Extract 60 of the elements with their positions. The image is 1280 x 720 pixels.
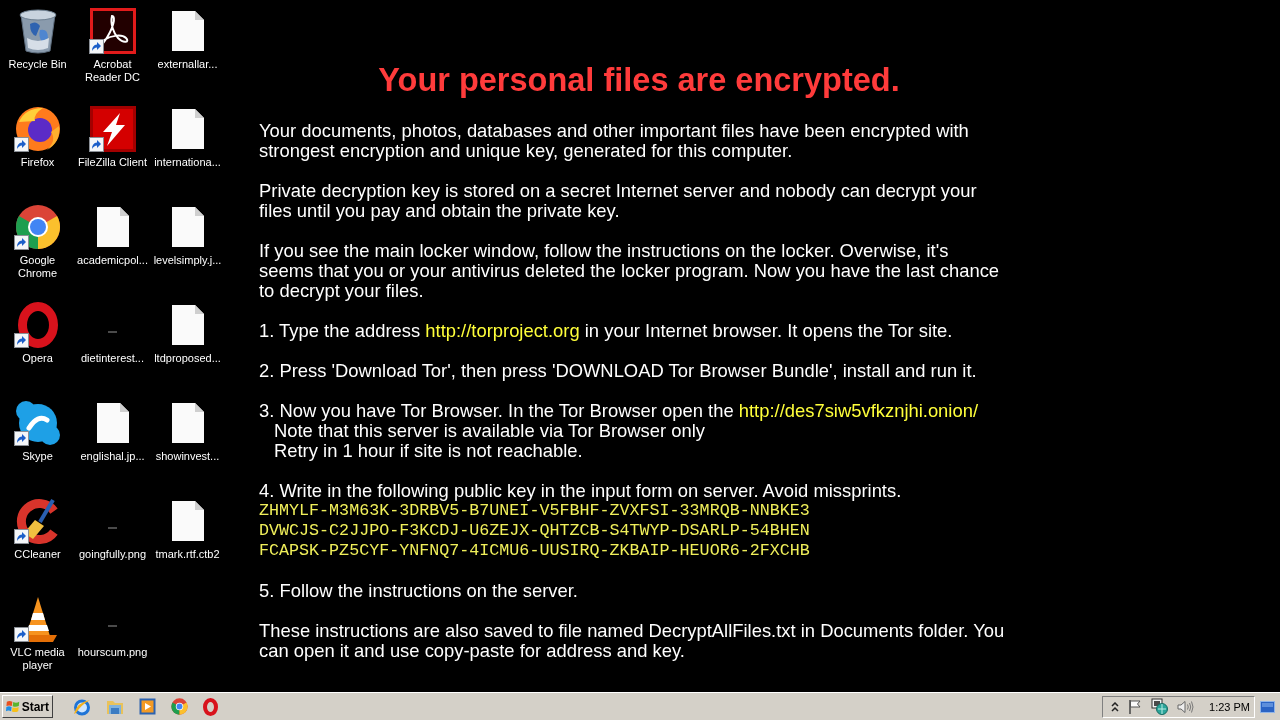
document-icon[interactable] <box>171 403 204 443</box>
swirl-tile-icon[interactable] <box>89 8 136 54</box>
folder-icon[interactable] <box>106 698 124 715</box>
icon-label[interactable]: Acrobat Reader DC <box>75 58 150 84</box>
document-icon[interactable] <box>96 403 129 443</box>
icon-label[interactable]: VLC media player <box>0 646 75 672</box>
message-paragraph: 3. Now you have Tor Browser. In the Tor Browser open the http://des7siw5vfkznjhi.onion/ <box>259 401 979 421</box>
icon-label[interactable]: levelsimply.j... <box>150 254 225 267</box>
message-paragraph: 2. Press 'Download Tor', then press 'DOWNLOAD Tor Browser Bundle', install and run it. <box>259 361 978 381</box>
url-link[interactable]: http://torproject.org <box>425 320 580 341</box>
document-icon[interactable] <box>171 207 204 247</box>
icon-label[interactable]: englishal.jp... <box>75 450 150 463</box>
warning-title: Your personal files are encrypted. <box>377 63 901 97</box>
document-icon[interactable] <box>171 109 204 149</box>
icon-label[interactable]: tmark.rtf.ctb2 <box>150 548 225 561</box>
clock-text[interactable]: 1:23 PM <box>1209 700 1250 713</box>
message-paragraph: 5. Follow the instructions on the server. <box>259 581 579 601</box>
show-desktop-icon[interactable] <box>1260 700 1275 713</box>
document-icon[interactable] <box>171 305 204 345</box>
icon-label[interactable]: academicpol... <box>75 254 150 267</box>
note-text: Retry in 1 hour if site is not reachable. <box>273 441 584 461</box>
public-key-line: ZHMYLF-M3M63K-3DRBV5-B7UNEI-V5FBHF-ZVXFSI-33MRQB-NNBKE3 <box>259 501 811 521</box>
start-logo-icon <box>6 699 20 714</box>
recycle-bin-icon[interactable] <box>17 8 58 54</box>
icon-label[interactable]: internationa... <box>150 156 225 169</box>
document-icon[interactable] <box>96 207 129 247</box>
icon-label[interactable]: externallar... <box>150 58 225 71</box>
icon-label[interactable]: showinvest... <box>150 450 225 463</box>
message-paragraph: Private decryption key is stored on a secret Internet server and nobody can decrypt your files until you pay and obtain the private key. <box>259 181 978 221</box>
message-paragraph: If you see the main locker window, follow the instructions on the locker. Overwise, it's seems that you or your antivirus deleted the locker program. Now you have the last chance to decrypt your files. <box>259 241 1001 301</box>
icon-label[interactable]: Firefox <box>0 156 75 169</box>
message-paragraph: 1. Type the address http://torproject.org in your Internet browser. It opens the Tor site. <box>259 321 954 341</box>
icon-label[interactable]: Skype <box>0 450 75 463</box>
ring-icon[interactable] <box>17 302 58 348</box>
play-icon[interactable] <box>139 698 156 715</box>
message-paragraph: Your documents, photos, databases and other important files have been encrypted with strongest encryption and unique key, generated for this computer. <box>259 121 970 161</box>
tricolor-circle-icon[interactable] <box>171 698 188 715</box>
document-icon[interactable] <box>171 501 204 541</box>
icon-label[interactable]: Google Chrome <box>0 254 75 280</box>
icon-label[interactable]: dietinterest... <box>75 352 150 365</box>
icon-label[interactable]: ltdproposed... <box>150 352 225 365</box>
message-paragraph: These instructions are also saved to file named DecryptAllFiles.txt in Documents folder. You can open it and use copy-paste for address and key. <box>259 621 1006 661</box>
flag-icon[interactable] <box>1128 699 1143 714</box>
chevron-up-icon[interactable] <box>1111 701 1120 712</box>
note-text: Note that this server is available via Tor Browser only <box>273 421 706 441</box>
start-button[interactable]: Start <box>2 695 53 718</box>
public-key-line: FCAPSK-PZ5CYF-YNFNQ7-4ICMU6-UUSIRQ-ZKBAIP-HEUOR6-2FXCHB <box>259 541 811 561</box>
icon-label[interactable]: CCleaner <box>0 548 75 561</box>
message-paragraph: 4. Write in the following public key in the input form on server. Avoid missprints. <box>259 481 903 501</box>
url-link[interactable]: http://des7siw5vfkznjhi.onion/ <box>738 400 978 421</box>
speaker-icon[interactable] <box>1177 699 1195 714</box>
icon-label[interactable]: hourscum.png <box>75 646 150 659</box>
network-icon[interactable] <box>1151 698 1169 715</box>
public-key-line: DVWCJS-C2JJPO-F3KCDJ-U6ZEJX-QHTZCB-S4TWYP-DSARLP-54BHEN <box>259 521 811 541</box>
icon-label[interactable]: Opera <box>0 352 75 365</box>
document-icon[interactable] <box>171 11 204 51</box>
icon-label[interactable]: FileZilla Client <box>75 156 150 169</box>
globe-icon[interactable] <box>73 697 91 716</box>
icon-label[interactable]: Recycle Bin <box>0 58 75 71</box>
icon-label[interactable]: goingfully.png <box>75 548 150 561</box>
